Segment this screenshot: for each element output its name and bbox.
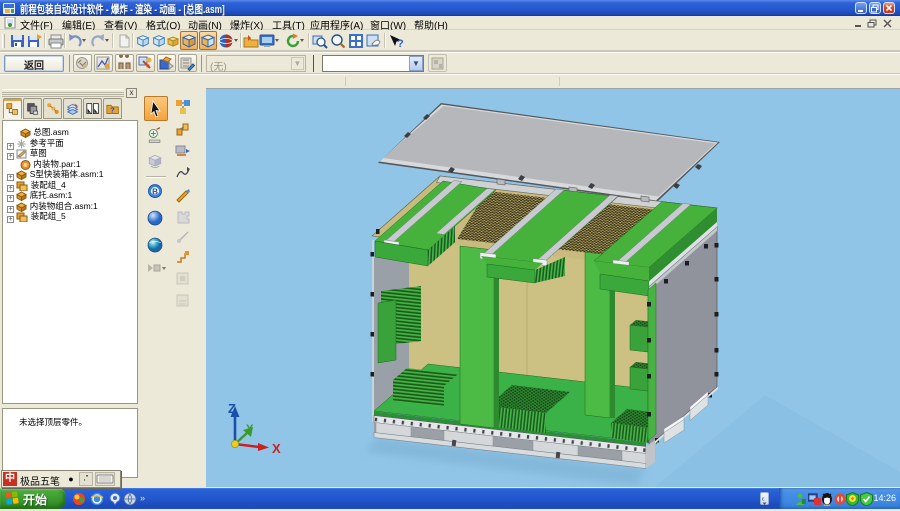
svg-text:X: X [272,441,281,456]
svg-text:B: B [152,187,158,196]
svg-text:Y: Y [246,423,254,435]
svg-text:ε: ε [762,497,765,503]
svg-text:?: ? [110,106,115,115]
svg-text:Z: Z [228,401,236,416]
svg-text:?: ? [397,38,404,49]
